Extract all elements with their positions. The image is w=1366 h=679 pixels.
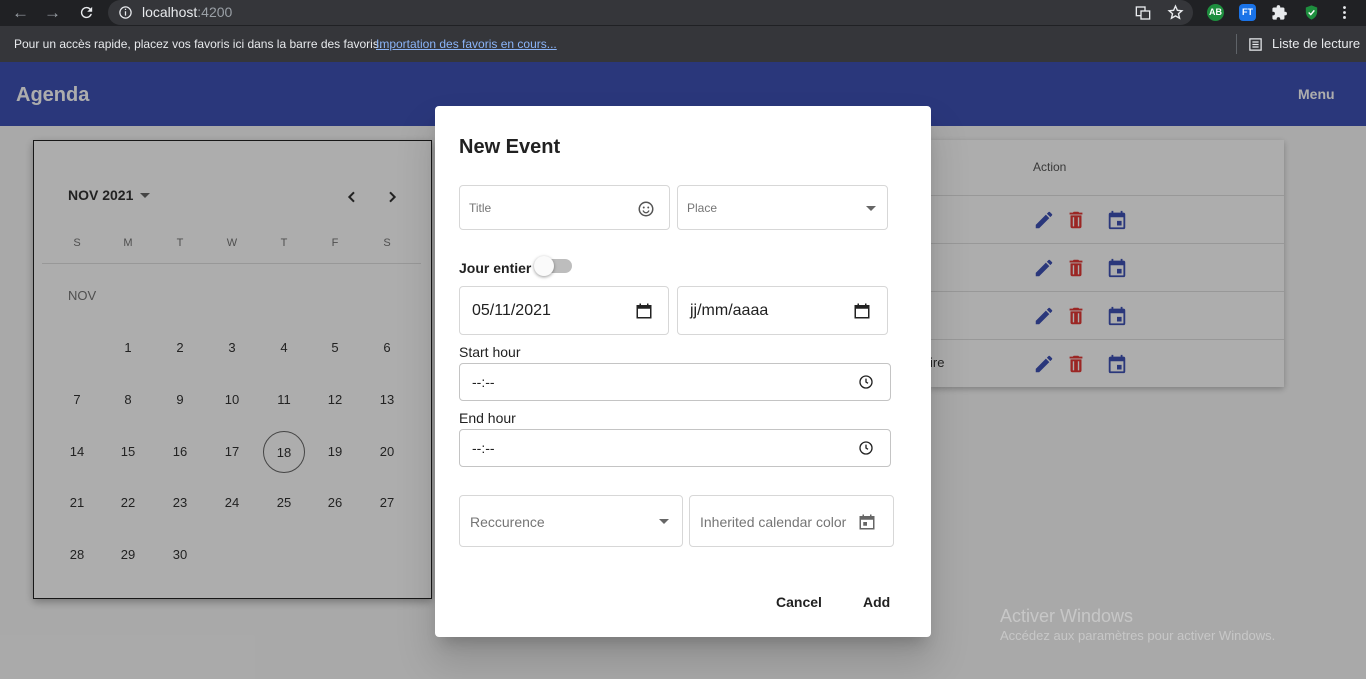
- ext-ab-label: AB: [1209, 7, 1222, 17]
- start-hour-label: Start hour: [459, 344, 521, 360]
- start-date-input[interactable]: 05/11/2021: [459, 286, 669, 335]
- recurrence-placeholder: Reccurence: [470, 514, 545, 530]
- clock-icon[interactable]: [858, 440, 874, 456]
- ext-ft-label: FT: [1242, 7, 1253, 17]
- recurrence-select[interactable]: Reccurence: [459, 495, 683, 547]
- title-field[interactable]: Title: [459, 185, 670, 230]
- forward-icon[interactable]: →: [44, 3, 61, 23]
- puzzle-icon[interactable]: [1271, 4, 1288, 21]
- toggle-knob: [534, 256, 554, 276]
- star-icon[interactable]: [1167, 4, 1184, 21]
- address-bar[interactable]: [108, 0, 1193, 25]
- cancel-button[interactable]: Cancel: [776, 594, 822, 610]
- emoji-icon[interactable]: [637, 200, 655, 218]
- windows-watermark-text: Accédez aux paramètres pour activer Wind…: [1000, 628, 1276, 643]
- end-hour-input[interactable]: --:--: [459, 429, 891, 467]
- calendar-icon[interactable]: [635, 302, 653, 320]
- add-button[interactable]: Add: [863, 594, 890, 610]
- ft-extension-icon[interactable]: FT: [1239, 4, 1256, 21]
- adblock-extension-icon[interactable]: AB: [1207, 4, 1224, 21]
- url-port: :4200: [197, 4, 233, 20]
- back-icon[interactable]: ←: [12, 3, 29, 23]
- clock-icon[interactable]: [858, 374, 874, 390]
- calendar-color-field[interactable]: Inherited calendar color: [689, 495, 894, 547]
- dialog-title: New Event: [459, 136, 561, 158]
- import-bookmarks-link[interactable]: Importation des favoris en cours...: [376, 37, 557, 51]
- bookmark-hint: Pour un accès rapide, placez vos favoris…: [14, 37, 383, 51]
- end-date-input[interactable]: jj/mm/aaaa: [677, 286, 888, 335]
- browser-toolbar: ← → localhost:4200 AB FT: [0, 0, 1366, 26]
- new-event-dialog: New Event Title Place Jour entier 05/11/…: [435, 106, 931, 637]
- translate-icon[interactable]: [1135, 5, 1151, 21]
- info-icon[interactable]: [118, 5, 133, 20]
- windows-watermark-title: Activer Windows: [1000, 606, 1134, 626]
- bookmark-divider: [1236, 34, 1237, 54]
- bookmarks-bar: Pour un accès rapide, placez vos favoris…: [0, 26, 1366, 62]
- url-host: localhost: [142, 4, 198, 20]
- start-hour-input[interactable]: --:--: [459, 363, 891, 401]
- end-date-value: jj/mm/aaaa: [690, 302, 769, 319]
- place-select[interactable]: Place: [677, 185, 888, 230]
- calendar-color-placeholder: Inherited calendar color: [700, 514, 847, 530]
- end-hour-label: End hour: [459, 410, 516, 426]
- url-text: localhost:4200: [142, 4, 232, 20]
- dropdown-arrow-icon: [659, 519, 669, 524]
- start-hour-value: --:--: [472, 374, 495, 390]
- color-picker-icon[interactable]: [858, 513, 876, 531]
- calendar-icon[interactable]: [853, 302, 871, 320]
- end-hour-value: --:--: [472, 440, 495, 456]
- all-day-toggle[interactable]: [534, 256, 572, 276]
- place-placeholder: Place: [687, 201, 718, 215]
- kebab-menu-icon[interactable]: [1336, 4, 1353, 21]
- reading-list-icon[interactable]: [1248, 37, 1263, 52]
- title-placeholder: Title: [469, 201, 492, 215]
- all-day-label: Jour entier: [459, 260, 532, 276]
- dropdown-arrow-icon: [866, 206, 876, 211]
- start-date-value: 05/11/2021: [472, 302, 551, 319]
- shield-check-icon[interactable]: [1303, 4, 1320, 21]
- reading-list-label[interactable]: Liste de lecture: [1272, 36, 1360, 51]
- reload-icon[interactable]: [78, 4, 95, 21]
